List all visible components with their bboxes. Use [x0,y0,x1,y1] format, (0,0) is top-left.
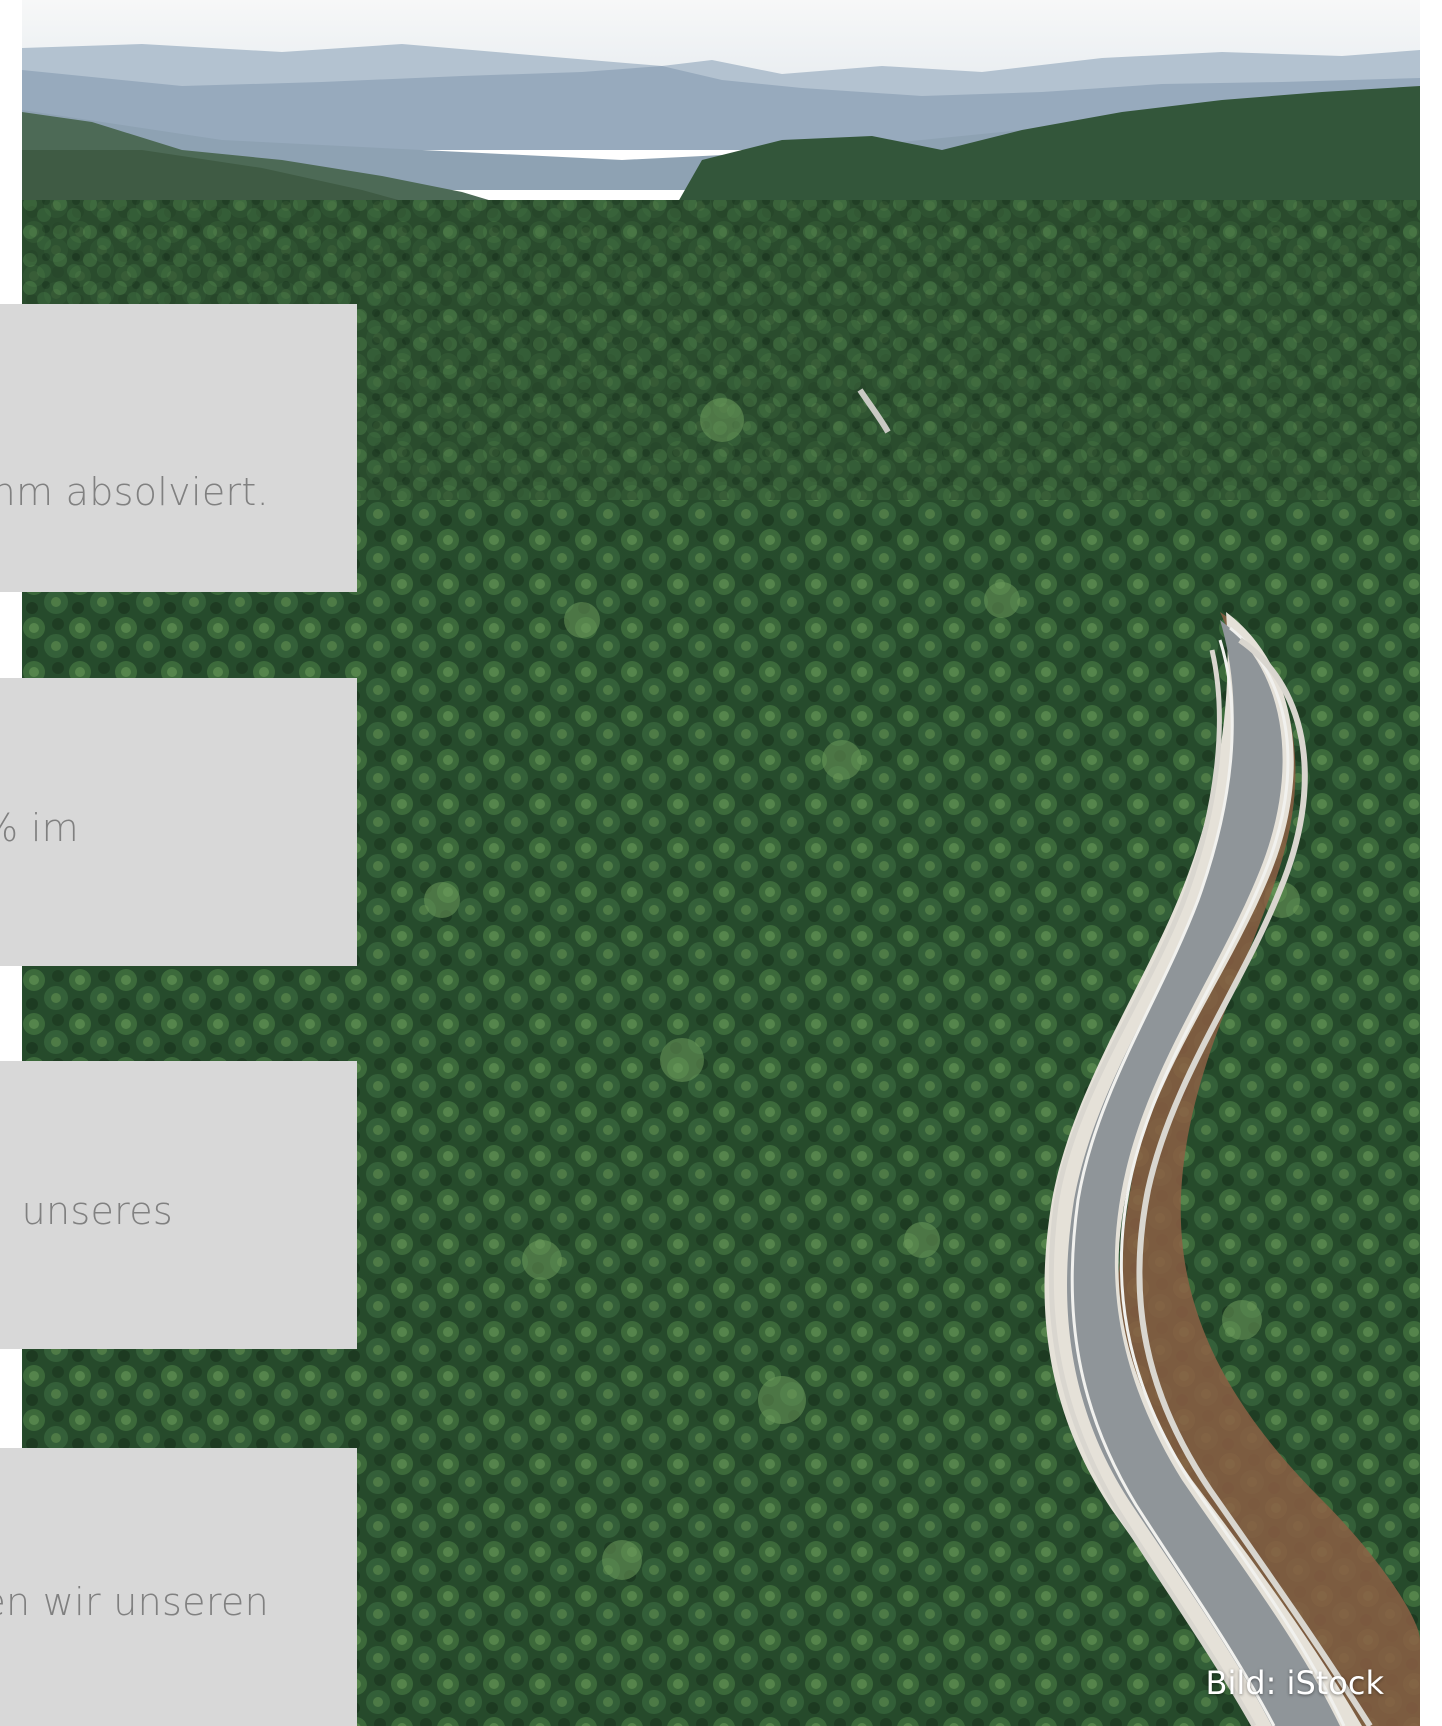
info-panel-4: en wir unseren [0,1448,357,1726]
info-panel-4-text: en wir unseren [0,1580,269,1624]
page: nm absolviert. % im unseres en wir unser… [0,0,1442,1726]
info-panel-2: % im [0,678,357,966]
info-panel-3-text: unseres [21,1189,173,1233]
info-panel-2-text: % im [0,806,79,850]
info-panel-1-text: nm absolviert. [0,470,269,514]
info-panel-3: unseres [0,1061,357,1349]
image-credit: Bild: iStock [1205,1664,1384,1702]
info-panel-1: nm absolviert. [0,304,357,592]
